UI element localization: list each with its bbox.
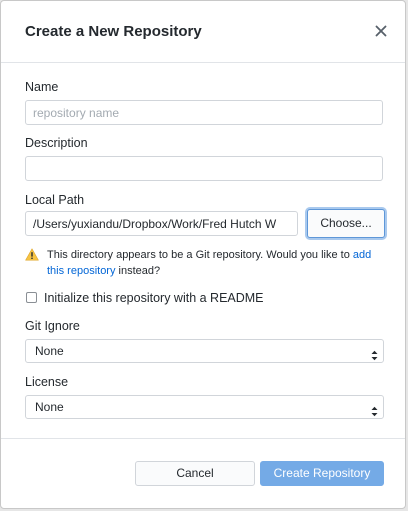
dialog-header: Create a New Repository — [1, 1, 405, 63]
warning-text-before: This directory appears to be a Git repos… — [47, 249, 353, 261]
warning-text-after: instead? — [115, 265, 161, 277]
local-path-label: Local Path — [25, 193, 85, 207]
select-arrows-icon — [371, 346, 378, 361]
git-ignore-label: Git Ignore — [25, 319, 80, 333]
git-ignore-selected-value: None — [35, 344, 64, 358]
init-readme-label: Initialize this repository with a README — [44, 291, 264, 305]
git-ignore-select[interactable]: None — [25, 339, 384, 363]
cancel-button[interactable]: Cancel — [135, 461, 255, 486]
create-repository-button[interactable]: Create Repository — [260, 461, 384, 486]
warning-text: This directory appears to be a Git repos… — [47, 247, 387, 279]
local-path-input[interactable] — [25, 211, 298, 236]
init-readme-checkbox[interactable] — [26, 292, 37, 303]
description-label: Description — [25, 136, 88, 150]
repository-name-input[interactable] — [25, 100, 383, 125]
license-label: License — [25, 375, 69, 389]
license-selected-value: None — [35, 400, 64, 414]
select-arrows-icon — [371, 402, 378, 417]
close-icon[interactable] — [372, 22, 390, 40]
license-select[interactable]: None — [25, 395, 384, 419]
dialog-title: Create a New Repository — [25, 23, 202, 40]
create-repository-dialog: Create a New Repository Name Description… — [0, 0, 406, 509]
description-input[interactable] — [25, 156, 383, 181]
choose-button[interactable]: Choose... — [307, 209, 385, 238]
name-label: Name — [25, 80, 59, 94]
dialog-footer: Cancel Create Repository — [1, 438, 405, 508]
warning-icon — [25, 248, 39, 261]
